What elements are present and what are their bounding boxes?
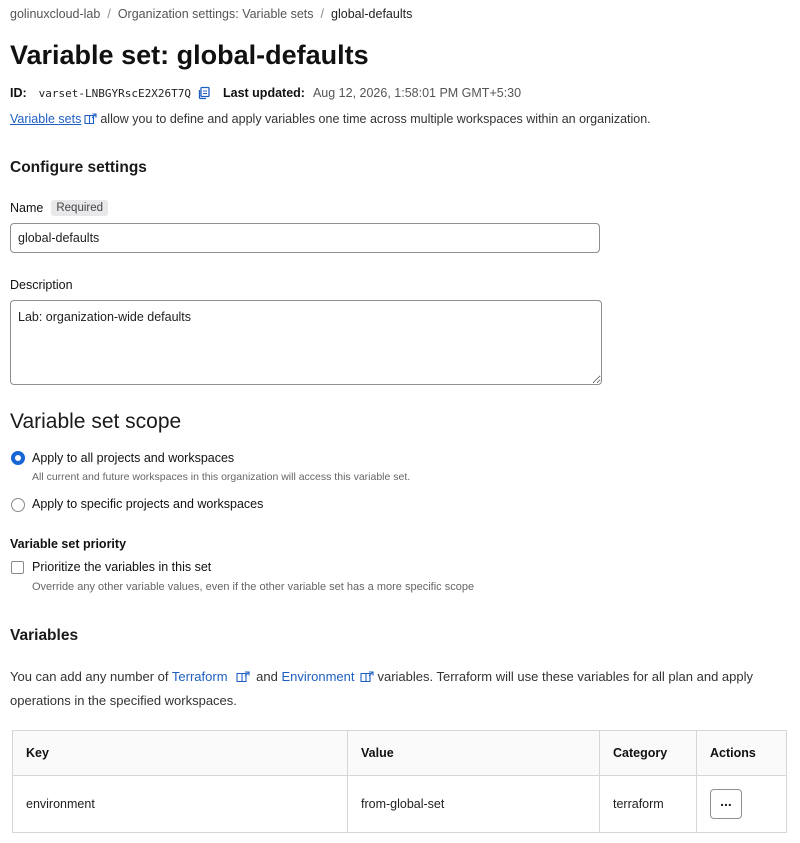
radio-specific-label[interactable]: Apply to specific projects and workspace… bbox=[32, 497, 263, 511]
required-badge: Required bbox=[51, 200, 109, 216]
prioritize-label[interactable]: Prioritize the variables in this set bbox=[32, 560, 211, 574]
meta-row: ID: varset-LNBGYRscE2X26T7Q Last updated… bbox=[10, 86, 521, 100]
scope-heading: Variable set scope bbox=[10, 410, 182, 433]
cell-value: from-global-set bbox=[347, 775, 600, 833]
column-header-category: Category bbox=[599, 730, 697, 776]
updated-value: Aug 12, 2026, 1:58:01 PM GMT+5:30 bbox=[312, 86, 522, 100]
radio-all-help: All current and future workspaces in thi… bbox=[32, 471, 411, 483]
name-input[interactable] bbox=[10, 223, 600, 253]
radio-all-label[interactable]: Apply to all projects and workspaces bbox=[32, 451, 234, 465]
breadcrumb-variable-sets[interactable]: Organization settings: Variable sets bbox=[118, 7, 314, 21]
intro-text: Variable sets allow you to define and app… bbox=[10, 112, 651, 128]
variable-sets-link[interactable]: Variable sets bbox=[10, 112, 81, 126]
column-header-key: Key bbox=[12, 730, 348, 776]
external-link-icon[interactable] bbox=[84, 113, 97, 128]
row-actions-button[interactable]: ... bbox=[710, 789, 742, 819]
external-link-icon[interactable] bbox=[235, 668, 250, 690]
description-textarea[interactable]: Lab: organization-wide defaults bbox=[10, 300, 602, 385]
description-label: Description bbox=[10, 278, 73, 292]
breadcrumb-separator: / bbox=[320, 7, 325, 21]
cell-actions: ... bbox=[696, 775, 787, 833]
radio-all-workspaces[interactable] bbox=[11, 451, 25, 465]
priority-heading: Variable set priority bbox=[10, 537, 127, 551]
breadcrumb-org[interactable]: golinuxcloud-lab bbox=[10, 7, 100, 21]
variables-text-and: and bbox=[256, 669, 278, 684]
external-link-icon[interactable] bbox=[360, 668, 375, 690]
cell-category: terraform bbox=[599, 775, 697, 833]
variables-table: Key Value Category Actions environment f… bbox=[12, 730, 787, 833]
prioritize-checkbox[interactable] bbox=[11, 561, 24, 574]
variables-text-1: You can add any number of bbox=[10, 669, 169, 684]
cell-key: environment bbox=[12, 775, 348, 833]
breadcrumb-current: global-defaults bbox=[331, 7, 413, 21]
updated-label: Last updated: bbox=[223, 86, 305, 100]
id-label: ID: bbox=[10, 86, 27, 100]
radio-specific-workspaces[interactable] bbox=[11, 498, 25, 512]
variables-description: You can add any number of Terraform and … bbox=[10, 666, 780, 712]
intro-description: allow you to define and apply variables … bbox=[100, 112, 651, 126]
environment-link[interactable]: Environment bbox=[282, 669, 355, 684]
table-row: environment from-global-set terraform ..… bbox=[12, 775, 787, 833]
configure-settings-heading: Configure settings bbox=[10, 159, 147, 176]
breadcrumb-separator: / bbox=[107, 7, 111, 21]
column-header-value: Value bbox=[347, 730, 600, 776]
table-header-row: Key Value Category Actions bbox=[12, 730, 787, 776]
terraform-link[interactable]: Terraform bbox=[172, 669, 228, 684]
column-header-actions: Actions bbox=[696, 730, 787, 776]
variables-heading: Variables bbox=[10, 627, 79, 644]
name-field-label: Name Required bbox=[10, 200, 109, 216]
name-label: Name bbox=[10, 201, 44, 215]
breadcrumb: golinuxcloud-lab / Organization settings: … bbox=[10, 7, 412, 21]
prioritize-help: Override any other variable values, even… bbox=[32, 581, 475, 593]
id-value: varset-LNBGYRscE2X26T7Q bbox=[38, 86, 191, 100]
copy-icon[interactable] bbox=[197, 86, 211, 100]
page-title: Variable set: global-defaults bbox=[10, 40, 369, 70]
